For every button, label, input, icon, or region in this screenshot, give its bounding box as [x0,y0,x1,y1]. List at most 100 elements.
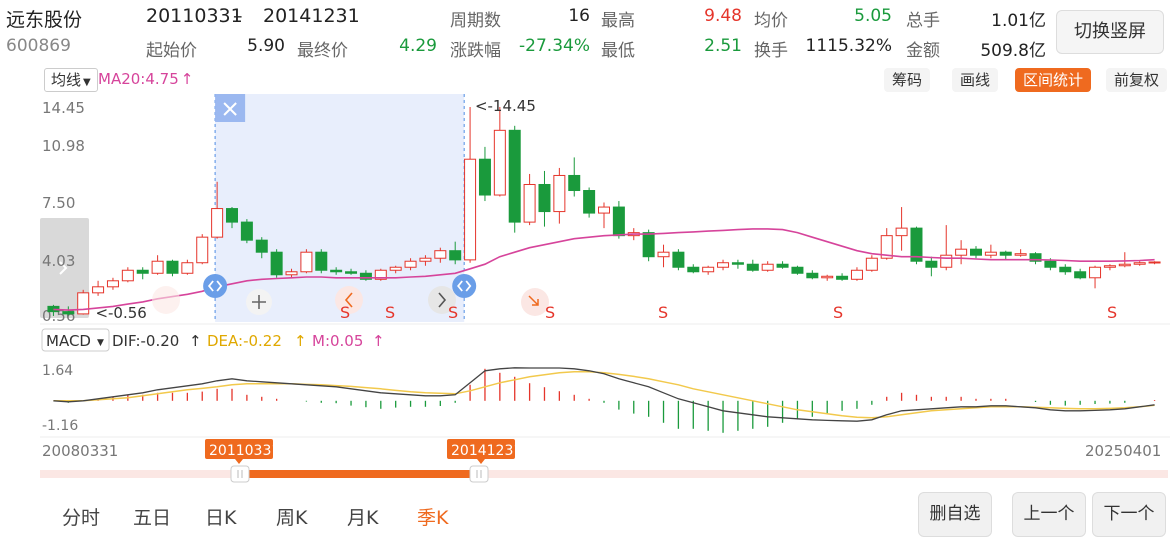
candle-down [568,174,581,192]
candle-up [940,254,953,268]
high-price-annotation: <-14.45 [475,97,536,115]
next-stock-button[interactable]: 下一个 [1092,492,1166,537]
candle-up [821,275,834,279]
candle-down [449,250,462,261]
candle-up [850,269,863,280]
candle-down [62,311,75,315]
candle-down [687,266,700,273]
sell-signal-marker: S [658,303,668,322]
candle-up [1148,261,1161,264]
dif-value: DIF:-0.20 [112,332,179,350]
candle-up [657,251,670,258]
candle-down [1074,271,1087,279]
candle-down [925,260,938,268]
candle-up [1103,265,1116,268]
candle-down [672,251,685,268]
candle-down [642,232,655,258]
candle-up [300,251,313,273]
badge-pointer-icon [235,459,243,464]
sell-signal-marker: S [448,303,458,322]
selection-right-handle[interactable] [452,274,477,298]
candle-down [240,221,253,241]
candle-up [895,227,908,237]
candle-up [717,262,730,268]
sell-signal-marker: S [340,303,350,322]
date-axis-start: 20080331 [42,442,118,460]
kline-chart[interactable]: 14.4510.987.504.030.56<-14.45<-0.56 S S S S S… [0,0,1170,540]
period-tab[interactable]: 周K [276,503,307,530]
candle-down [255,239,268,253]
candle-down [226,208,238,223]
candle-down [315,251,328,271]
selection-region [215,94,465,322]
candle-up [598,206,610,214]
dea-value: DEA:-0.22 [207,332,282,350]
macd-axis-label: 1.64 [42,363,73,379]
macd-axis-label: -1.16 [42,418,78,434]
macd-select-label: MACD [46,332,91,350]
candle-down [776,263,789,268]
candle-up [181,262,194,274]
sell-signal-marker: S [385,303,395,322]
candle-up [121,269,134,282]
period-tab[interactable]: 分时 [62,503,100,530]
price-axis-label: 14.45 [42,99,85,117]
candle-up [419,257,432,262]
dif-line [53,367,1155,422]
badge-pointer-icon [477,459,485,464]
range-badge-label: 20110331 [209,443,280,459]
candle-down [583,190,596,214]
candle-down [612,206,625,237]
candle-down [836,275,849,280]
candle-up [77,292,90,315]
candle-up [702,266,715,273]
candle-up [434,250,447,259]
candle-up [493,129,506,196]
range-selected-track [240,470,482,478]
candle-up [865,257,878,271]
sell-signal-marker: S [545,303,555,322]
period-tab[interactable]: 五日 [133,503,171,530]
range-left-grip[interactable] [230,465,250,483]
candle-up [404,260,417,268]
candle-up [553,174,566,213]
candle-down [999,251,1012,256]
period-tab[interactable]: 日K [205,503,236,530]
range-right-grip[interactable] [469,465,489,483]
candle-down [970,248,982,256]
range-badge-label: 20141231 [451,443,522,459]
candle-down [345,271,358,274]
sell-signal-marker: S [833,303,843,322]
candle-down [330,269,343,273]
low-price-annotation: <-0.56 [95,304,146,322]
stock-chart-screen: 远东股份 20110331 – 20141231 600869 周期数 16 最高 9… [0,0,1170,540]
candle-down [1044,260,1057,268]
dea-line [53,371,1155,419]
candle-down [806,272,819,279]
period-tab[interactable]: 季K [417,503,448,530]
selection-left-handle[interactable] [203,274,228,298]
arrow-up-icon: ↑ [189,332,202,350]
candle-up [761,263,774,271]
candle-up [389,266,402,271]
m-value: M:0.05 [312,332,363,350]
candle-up [1118,263,1131,267]
period-tab[interactable]: 月K [347,503,378,530]
candle-up [984,251,997,256]
candle-down [270,251,283,276]
previous-stock-button[interactable]: 上一个 [1012,492,1086,537]
range-track [40,470,1168,478]
price-axis-label: 4.03 [42,252,75,270]
candle-up [211,208,224,238]
date-axis-end: 20250401 [1085,442,1161,460]
candle-up [464,158,477,261]
candle-down [508,129,521,223]
candle-down [136,269,149,274]
candle-up [1014,253,1027,256]
candle-up [151,260,164,274]
arrow-up-icon: ↑ [294,332,307,350]
candle-up [1133,262,1146,265]
candle-up [92,286,105,294]
remove-watchlist-button[interactable]: 删自选 [918,492,992,537]
candle-down [478,158,491,196]
